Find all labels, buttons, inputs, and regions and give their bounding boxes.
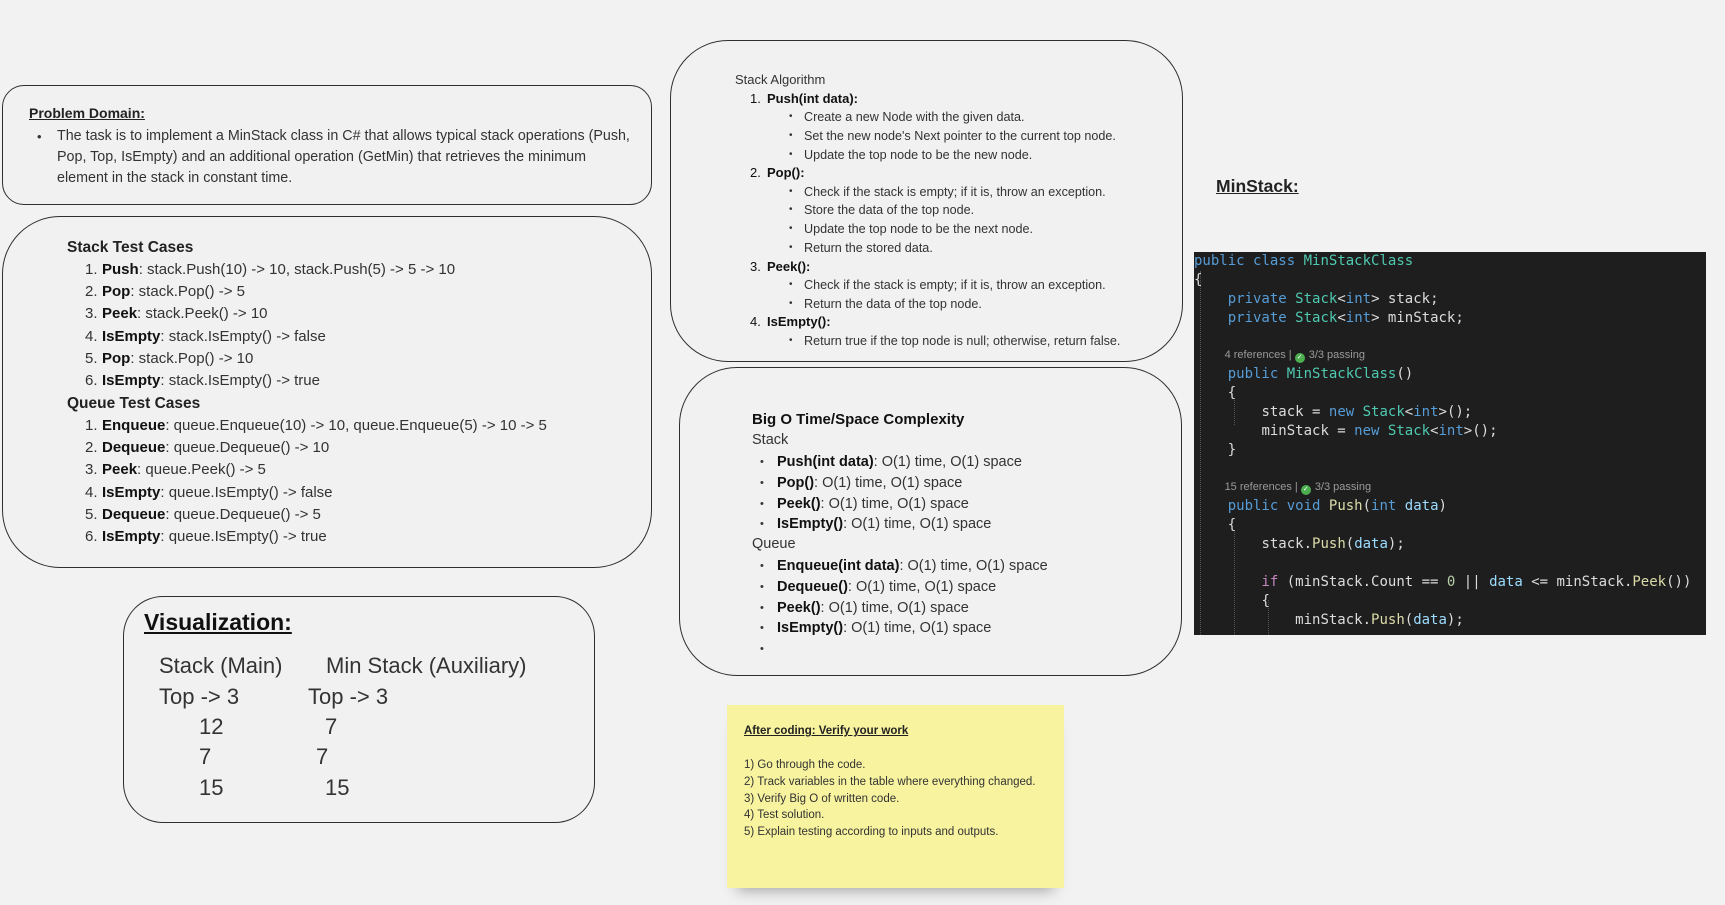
code-line: private Stack<int> stack;	[1227, 291, 1439, 307]
list-item: Peek(): O(1) time, O(1) space	[758, 494, 1022, 515]
algorithm-step: 3.Peek(): Check if the stack is empty; i…	[750, 258, 1180, 314]
list-item: Dequeue(): O(1) time, O(1) space	[758, 577, 1048, 598]
list-item: 5. Dequeue: queue.Dequeue() -> 5	[85, 505, 321, 523]
list-item: 6. IsEmpty: queue.IsEmpty() -> true	[85, 528, 327, 546]
big-o-title: Big O Time/Space Complexity	[752, 411, 965, 428]
min-stack-top: Top -> 3	[308, 684, 389, 709]
sticky-note-title: After coding: Verify your work	[744, 725, 909, 737]
min-stack-header: Min Stack (Auxiliary)	[326, 653, 527, 678]
list-item: 1) Go through the code.	[744, 759, 866, 771]
list-item: 1. Enqueue: queue.Enqueue(10) -> 10, queu…	[85, 417, 547, 434]
code-line: stack = new Stack<int>();	[1261, 404, 1473, 420]
code-line: private Stack<int> minStack;	[1227, 310, 1464, 326]
min-stack-value: 15	[325, 775, 350, 800]
list-item: 2. Pop: stack.Pop() -> 5	[85, 283, 245, 301]
code-line: }	[1227, 442, 1237, 458]
problem-domain-title: Problem Domain:	[29, 105, 145, 121]
list-item: Enqueue(int data): O(1) time, O(1) space	[758, 556, 1048, 577]
code-line: minStack = new Stack<int>();	[1261, 423, 1498, 439]
algorithm-step: 4.IsEmpty(): Return true if the top node…	[750, 313, 1180, 350]
stack-algorithm-card: Stack Algorithm 1.Push(int data): Create…	[670, 40, 1183, 362]
main-stack-value: 7	[199, 744, 212, 769]
visualization-title: Visualization:	[144, 609, 292, 635]
stack-algorithm-list: 1.Push(int data): Create a new Node with…	[750, 90, 1180, 350]
list-item: 4. IsEmpty: stack.IsEmpty() -> false	[85, 327, 326, 345]
big-o-queue-label: Queue	[752, 536, 796, 552]
big-o-card: Big O Time/Space Complexity Stack Push(i…	[679, 367, 1182, 676]
visualization-card: Visualization: Stack (Main) Min Stack (A…	[123, 596, 595, 823]
list-item: Return the data of the top node.	[789, 295, 1180, 314]
list-item: 1. Push: stack.Push(10) -> 10, stack.Push…	[85, 261, 456, 278]
list-item: 5) Explain testing according to inputs a…	[744, 826, 999, 839]
main-stack-value: 15	[199, 775, 224, 800]
list-item: Pop(): O(1) time, O(1) space	[758, 473, 1022, 494]
list-item: Store the data of the top node.	[789, 201, 1180, 220]
algorithm-step: 2.Pop(): Check if the stack is empty; if…	[750, 164, 1180, 257]
stack-algorithm-title: Stack Algorithm	[735, 72, 826, 87]
list-item: Create a new Node with the given data.	[789, 108, 1180, 127]
list-item-empty	[758, 639, 1048, 660]
list-item: 2. Dequeue: queue.Dequeue() -> 10	[85, 439, 330, 457]
code-line: {	[1261, 593, 1270, 609]
list-item: 2) Track variables in the table where ev…	[744, 775, 1036, 788]
list-item: 3) Verify Big O of written code.	[744, 792, 900, 805]
code-line: public class MinStackClass	[1194, 253, 1414, 269]
code-line: {	[1227, 385, 1237, 401]
queue-test-cases-list: 1. Enqueue: queue.Enqueue(10) -> 10, queu…	[85, 415, 645, 548]
big-o-stack-label: Stack	[752, 432, 789, 448]
list-item: IsEmpty(): O(1) time, O(1) space	[758, 514, 1022, 535]
list-item: Update the top node to be the next node.	[789, 220, 1180, 239]
list-item: 4. IsEmpty: queue.IsEmpty() -> false	[85, 483, 333, 501]
code-line: {	[1194, 272, 1203, 288]
main-stack-top: Top -> 3	[159, 684, 240, 709]
main-stack-header: Stack (Main)	[159, 653, 283, 678]
big-o-stack-list: Push(int data): O(1) time, O(1) space Po…	[758, 452, 1022, 535]
queue-test-cases-title: Queue Test Cases	[67, 395, 201, 412]
list-item: Check if the stack is empty; if it is, t…	[789, 183, 1180, 202]
codelens[interactable]: 4 references | ✓ 3/3 passing	[1194, 346, 1365, 365]
list-item: Push(int data): O(1) time, O(1) space	[758, 452, 1022, 473]
big-o-queue-list: Enqueue(int data): O(1) time, O(1) space…	[758, 556, 1048, 660]
list-item: Peek(): O(1) time, O(1) space	[758, 598, 1048, 619]
code-line: stack.Push(data);	[1261, 536, 1405, 552]
min-stack-value: 7	[316, 744, 329, 769]
problem-domain-text: The task is to implement a MinStack clas…	[33, 126, 633, 189]
problem-domain-list: The task is to implement a MinStack clas…	[33, 126, 633, 189]
list-item: Return the stored data.	[789, 239, 1180, 258]
check-icon: ✓	[1300, 485, 1311, 495]
min-stack-value: 7	[325, 714, 338, 739]
stack-test-cases-list: 1. Push: stack.Push(10) -> 10, stack.Push…	[85, 259, 645, 392]
stack-test-cases-title: Stack Test Cases	[67, 239, 194, 256]
algorithm-step: 1.Push(int data): Create a new Node with…	[750, 90, 1180, 164]
list-item: Check if the stack is empty; if it is, t…	[789, 276, 1180, 295]
list-item: Update the top node to be the new node.	[789, 146, 1180, 165]
problem-domain-card: Problem Domain: The task is to implement…	[2, 85, 652, 205]
list-item: 6. IsEmpty: stack.IsEmpty() -> true	[85, 372, 320, 390]
list-item: 3. Peek: queue.Peek() -> 5	[85, 461, 266, 479]
list-item: Set the new node's Next pointer to the c…	[789, 127, 1180, 146]
list-item: 5. Pop: stack.Pop() -> 10	[85, 349, 254, 367]
list-item: 3. Peek: stack.Peek() -> 10	[85, 305, 268, 323]
test-cases-card: Stack Test Cases 1. Push: stack.Push(10) …	[2, 216, 652, 568]
code-line: if (minStack.Count == 0 || data <= minSt…	[1261, 574, 1692, 590]
code-line: minStack.Push(data);	[1295, 612, 1464, 628]
code-screenshot: public class MinStackClass { private Sta…	[1194, 252, 1706, 635]
code-line: {	[1227, 517, 1237, 533]
codelens[interactable]: 15 references | ✓ 3/3 passing	[1194, 478, 1371, 497]
sticky-note[interactable]: After coding: Verify your work 1) Go thr…	[727, 705, 1064, 888]
sticky-note-lines: 1) Go through the code. 2) Track variabl…	[744, 757, 1044, 841]
list-item: IsEmpty(): O(1) time, O(1) space	[758, 618, 1048, 639]
main-stack-value: 12	[199, 714, 224, 739]
minstack-title: MinStack:	[1216, 176, 1299, 196]
list-item: 4) Test solution.	[744, 809, 825, 822]
list-item: Return true if the top node is null; oth…	[789, 332, 1180, 351]
code-line: public MinStackClass()	[1227, 366, 1414, 382]
code-line: public void Push(int data)	[1227, 498, 1447, 514]
check-icon: ✓	[1294, 353, 1305, 363]
